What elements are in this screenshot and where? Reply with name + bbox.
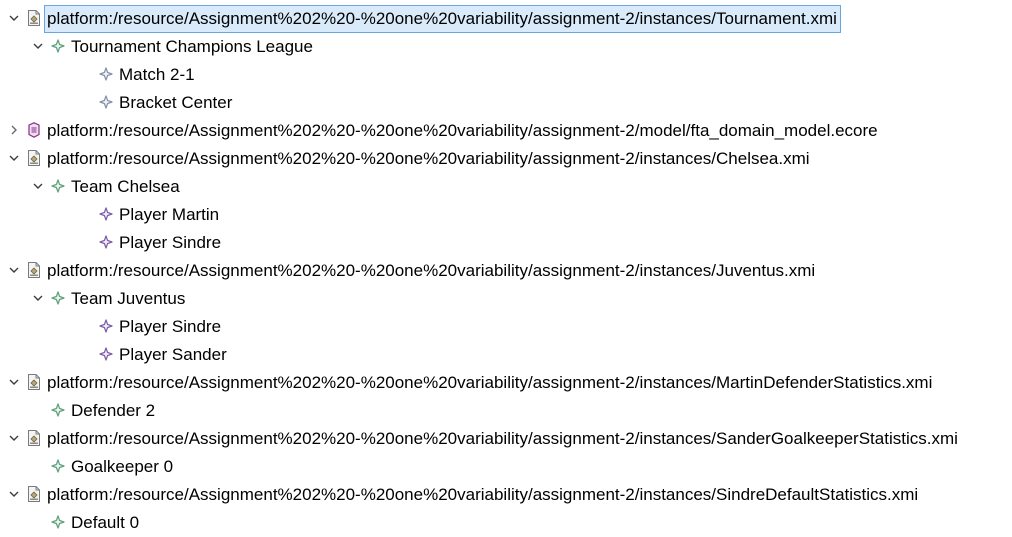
tree-item-label[interactable]: Tournament Champions League: [68, 33, 317, 61]
tree-item-label[interactable]: Goalkeeper 0: [68, 453, 177, 481]
tree-row[interactable]: platform:/resource/Assignment%202%20-%20…: [0, 424, 1012, 452]
chevron-down-icon[interactable]: [4, 256, 24, 284]
tree-item-label[interactable]: Bracket Center: [116, 89, 236, 117]
tree-item-label[interactable]: platform:/resource/Assignment%202%20-%20…: [44, 481, 922, 509]
tree-row[interactable]: Defender 2: [0, 396, 1012, 424]
bracket-icon: [96, 88, 116, 116]
chevron-down-icon[interactable]: [4, 4, 24, 32]
tree-row[interactable]: Bracket Center: [0, 88, 1012, 116]
tree-item-label[interactable]: platform:/resource/Assignment%202%20-%20…: [44, 145, 814, 173]
player-icon: [96, 340, 116, 368]
tree-row[interactable]: Player Sander: [0, 340, 1012, 368]
team-icon: [48, 284, 68, 312]
tree-row[interactable]: Match 2-1: [0, 60, 1012, 88]
xmi-resource-icon: [24, 144, 44, 172]
tree-row[interactable]: Tournament Champions League: [0, 32, 1012, 60]
statistics-icon: [48, 508, 68, 536]
player-icon: [96, 312, 116, 340]
tree-row[interactable]: Player Sindre: [0, 312, 1012, 340]
tree-item-label[interactable]: platform:/resource/Assignment%202%20-%20…: [44, 5, 841, 33]
tree-row[interactable]: Player Martin: [0, 200, 1012, 228]
statistics-icon: [48, 396, 68, 424]
tree-row[interactable]: Player Sindre: [0, 228, 1012, 256]
tree-row[interactable]: platform:/resource/Assignment%202%20-%20…: [0, 480, 1012, 508]
chevron-down-icon[interactable]: [4, 480, 24, 508]
tree-row[interactable]: platform:/resource/Assignment%202%20-%20…: [0, 4, 1012, 33]
xmi-resource-icon: [24, 4, 44, 32]
team-icon: [48, 172, 68, 200]
tree-row[interactable]: platform:/resource/Assignment%202%20-%20…: [0, 368, 1012, 396]
tree-row[interactable]: platform:/resource/Assignment%202%20-%20…: [0, 144, 1012, 172]
tree-item-label[interactable]: platform:/resource/Assignment%202%20-%20…: [44, 369, 936, 397]
chevron-down-icon[interactable]: [28, 284, 48, 312]
match-icon: [96, 60, 116, 88]
resource-tree: platform:/resource/Assignment%202%20-%20…: [0, 0, 1012, 534]
tree-row[interactable]: Default 0: [0, 508, 1012, 536]
chevron-down-icon[interactable]: [28, 172, 48, 200]
tree-item-label[interactable]: Team Chelsea: [68, 173, 184, 201]
tree-row[interactable]: Team Chelsea: [0, 172, 1012, 200]
tournament-icon: [48, 32, 68, 60]
xmi-resource-icon: [24, 424, 44, 452]
tree-row[interactable]: Team Juventus: [0, 284, 1012, 312]
statistics-icon: [48, 452, 68, 480]
tree-item-label[interactable]: platform:/resource/Assignment%202%20-%20…: [44, 117, 882, 145]
tree-item-label[interactable]: Player Sindre: [116, 313, 225, 341]
tree-item-label[interactable]: Player Martin: [116, 201, 223, 229]
tree-item-label[interactable]: Defender 2: [68, 397, 159, 425]
tree-item-label[interactable]: Default 0: [68, 509, 143, 537]
xmi-resource-icon: [24, 256, 44, 284]
chevron-down-icon[interactable]: [4, 368, 24, 396]
chevron-down-icon[interactable]: [4, 144, 24, 172]
xmi-resource-icon: [24, 480, 44, 508]
xmi-resource-icon: [24, 368, 44, 396]
chevron-down-icon[interactable]: [28, 32, 48, 60]
tree-row[interactable]: Goalkeeper 0: [0, 452, 1012, 480]
tree-item-label[interactable]: platform:/resource/Assignment%202%20-%20…: [44, 257, 819, 285]
tree-item-label[interactable]: Match 2-1: [116, 61, 199, 89]
tree-item-label[interactable]: Player Sindre: [116, 229, 225, 257]
chevron-down-icon[interactable]: [4, 424, 24, 452]
ecore-resource-icon: [24, 116, 44, 144]
tree-row[interactable]: platform:/resource/Assignment%202%20-%20…: [0, 256, 1012, 284]
player-icon: [96, 200, 116, 228]
player-icon: [96, 228, 116, 256]
tree-item-label[interactable]: Player Sander: [116, 341, 231, 369]
chevron-right-icon[interactable]: [4, 116, 24, 144]
tree-row[interactable]: platform:/resource/Assignment%202%20-%20…: [0, 116, 1012, 144]
tree-item-label[interactable]: platform:/resource/Assignment%202%20-%20…: [44, 425, 962, 453]
tree-item-label[interactable]: Team Juventus: [68, 285, 189, 313]
